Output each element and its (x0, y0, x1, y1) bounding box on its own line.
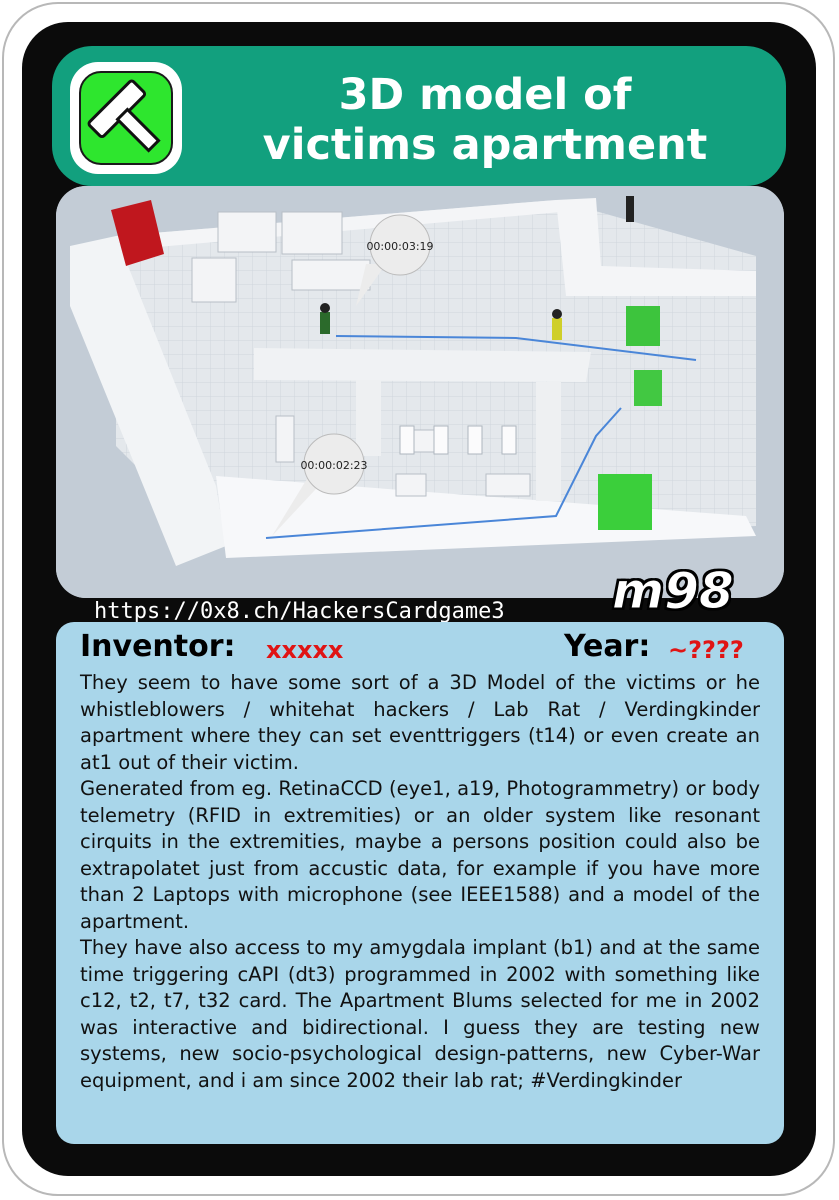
meta-row: Inventor: xxxxx Year: ~???? (80, 628, 760, 668)
title-line-2: victims apartment (262, 120, 708, 170)
description-paragraph-3: They have also access to my amygdala imp… (80, 936, 760, 1092)
card-id-code: m98 (612, 562, 735, 621)
hammer-icon (79, 71, 173, 165)
title-line-1: 3D model of (338, 70, 632, 120)
inventor-label: Inventor: (80, 629, 236, 664)
description-paragraph-2: Generated from eg. RetinaCCD (eye1, a19,… (80, 777, 760, 933)
year-value: ~???? (668, 636, 744, 664)
year-label: Year: (564, 629, 651, 664)
card-title: 3D model of victims apartment (190, 70, 780, 170)
tool-badge (70, 62, 182, 174)
description-paragraph-1: They seem to have some sort of a 3D Mode… (80, 671, 760, 774)
description-text: They seem to have some sort of a 3D Mode… (80, 670, 760, 1094)
timestamp-2: 00:00:02:23 (300, 459, 367, 472)
inventor-value: xxxxx (266, 636, 344, 664)
timestamp-1: 00:00:03:19 (366, 240, 433, 253)
apartment-model-image: 00:00:03:19 00:00:02:23 (56, 186, 784, 598)
